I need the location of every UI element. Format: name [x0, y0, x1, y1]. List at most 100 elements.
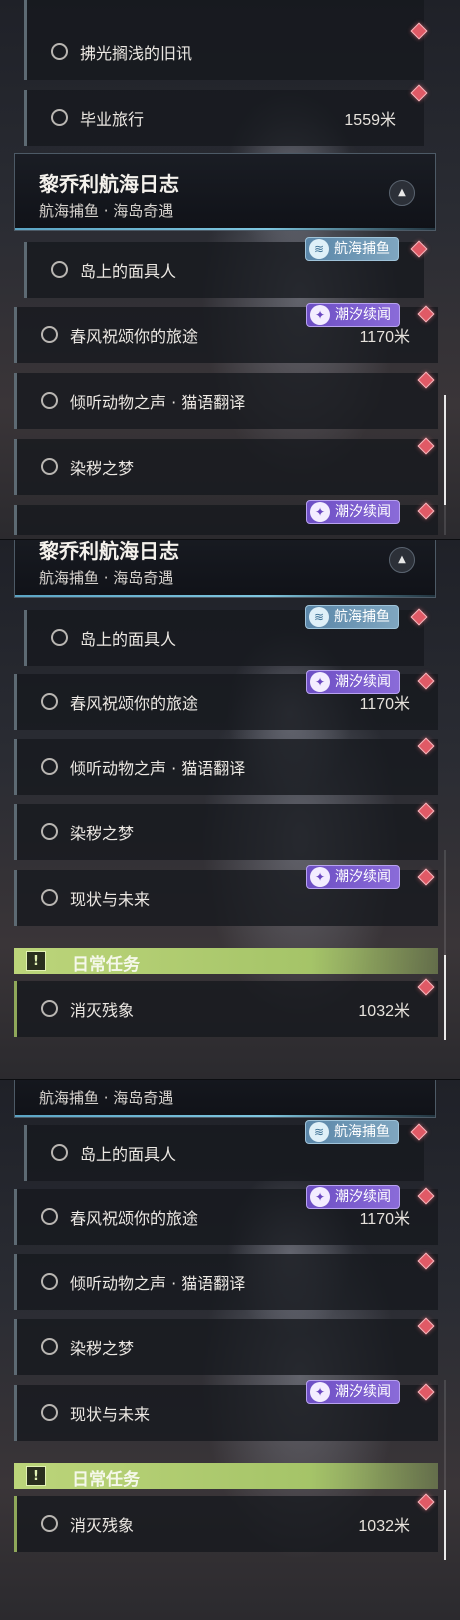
row-accent-bar: [24, 242, 27, 298]
quest-group-subtitle: 航海捕鱼 · 海岛奇遇: [39, 202, 174, 220]
scrollbar-thumb[interactable]: [444, 395, 446, 505]
quest-label: 倾听动物之声 · 猫语翻译: [70, 393, 246, 412]
quest-distance: 1559米: [344, 112, 396, 129]
scrollbar-thumb[interactable]: [444, 955, 446, 1040]
quest-status-icon: [41, 693, 58, 710]
tide-tag: ✦ 潮汐续闻: [306, 1185, 400, 1209]
header-accent-line: [15, 595, 435, 597]
quest-row[interactable]: 倾听动物之声 · 猫语翻译: [14, 373, 438, 429]
row-accent-bar: [14, 870, 17, 926]
tide-icon: ✦: [310, 1187, 330, 1207]
row-accent-bar: [14, 739, 17, 795]
tide-tag: ✦ 潮汐续闻: [306, 500, 400, 524]
tide-icon: ✦: [310, 305, 330, 325]
daily-task-row[interactable]: 消灭残象 1032米: [14, 981, 438, 1037]
quest-group-header[interactable]: 黎乔利航海日志 航海捕鱼 · 海岛奇遇 ▲: [14, 153, 436, 231]
row-accent-bar: [24, 1125, 27, 1181]
tide-tag: ✦ 潮汐续闻: [306, 1380, 400, 1404]
quest-status-icon: [41, 1000, 58, 1017]
quest-label: 现状与未来: [70, 1405, 151, 1424]
quest-row[interactable]: 倾听动物之声 · 猫语翻译: [14, 1254, 438, 1310]
row-accent-bar: [14, 1254, 17, 1310]
quest-row[interactable]: 染秽之梦: [14, 439, 438, 495]
header-accent-line: [15, 1115, 435, 1117]
daily-task-row[interactable]: 消灭残象 1032米: [14, 1496, 438, 1552]
quest-list-panel: 黎乔利航海日志 航海捕鱼 · 海岛奇遇 ▲ 岛上的面具人 ≋ 航海捕鱼 春风祝颂你…: [0, 540, 460, 1080]
chevron-up-icon[interactable]: ▲: [389, 180, 415, 206]
tide-tag: ✦ 潮汐续闻: [306, 303, 400, 327]
tide-icon: ✦: [310, 867, 330, 887]
quest-label: 岛上的面具人: [80, 1145, 177, 1164]
quest-label: 现状与未来: [70, 890, 151, 909]
quest-label: 毕业旅行: [80, 110, 145, 129]
header-accent-line: [15, 228, 435, 230]
quest-row[interactable]: 染秽之梦: [14, 804, 438, 860]
quest-list-panel: 航海捕鱼 · 海岛奇遇 岛上的面具人 ≋ 航海捕鱼 春风祝颂你的旅途 1170米 …: [0, 1080, 460, 1620]
quest-status-icon: [41, 1273, 58, 1290]
quest-label: 消灭残象: [70, 1001, 135, 1020]
quest-distance: 1032米: [358, 1003, 410, 1020]
quest-label: 消灭残象: [70, 1516, 135, 1535]
fishing-icon: ≋: [309, 607, 329, 627]
quest-label: 春风祝颂你的旅途: [70, 694, 199, 713]
quest-label: 春风祝颂你的旅途: [70, 1209, 199, 1228]
quest-label: 倾听动物之声 · 猫语翻译: [70, 1274, 246, 1293]
row-accent-bar: [14, 981, 17, 1037]
quest-row[interactable]: 倾听动物之声 · 猫语翻译: [14, 739, 438, 795]
quest-list-panel: 拂光搁浅的旧讯 毕业旅行 1559米 黎乔利航海日志 航海捕鱼 · 海岛奇遇 ▲…: [0, 0, 460, 540]
quest-label: 岛上的面具人: [80, 630, 177, 649]
tide-icon: ✦: [310, 1382, 330, 1402]
row-accent-bar: [14, 373, 17, 429]
row-accent-bar: [14, 439, 17, 495]
row-accent-bar: [14, 505, 17, 535]
quest-label: 染秽之梦: [70, 1339, 135, 1358]
scrollbar[interactable]: [444, 1380, 446, 1560]
fishing-icon: ≋: [309, 1122, 329, 1142]
quest-status-icon: [51, 629, 68, 646]
row-accent-bar: [14, 804, 17, 860]
quest-status-icon: [41, 1208, 58, 1225]
chevron-up-icon[interactable]: ▲: [389, 547, 415, 573]
quest-status-icon: [41, 889, 58, 906]
row-accent-bar: [14, 1319, 17, 1375]
alert-icon: !: [26, 1466, 46, 1486]
quest-row-prev-1[interactable]: 拂光搁浅的旧讯: [24, 0, 424, 80]
tide-icon: ✦: [310, 672, 330, 692]
quest-status-icon: [41, 392, 58, 409]
quest-row[interactable]: 染秽之梦: [14, 1319, 438, 1375]
quest-status-icon: [41, 823, 58, 840]
quest-group-subtitle: 航海捕鱼 · 海岛奇遇: [39, 569, 174, 587]
quest-label: 倾听动物之声 · 猫语翻译: [70, 759, 246, 778]
quest-group-title: 黎乔利航海日志: [39, 540, 179, 563]
quest-label: 染秽之梦: [70, 824, 135, 843]
quest-label: 岛上的面具人: [80, 262, 177, 281]
scrollbar[interactable]: [444, 850, 446, 1040]
quest-row-prev-2[interactable]: 毕业旅行 1559米: [24, 90, 424, 146]
quest-group-header[interactable]: 黎乔利航海日志 航海捕鱼 · 海岛奇遇 ▲: [14, 540, 436, 598]
quest-group-title: 黎乔利航海日志: [39, 172, 179, 196]
row-accent-bar: [14, 307, 17, 363]
scrollbar-thumb[interactable]: [444, 1490, 446, 1560]
tide-tag: ✦ 潮汐续闻: [306, 670, 400, 694]
daily-tasks-title: 日常任务: [72, 1470, 140, 1490]
quest-status-icon: [41, 758, 58, 775]
quest-group-header[interactable]: 航海捕鱼 · 海岛奇遇: [14, 1080, 436, 1118]
quest-group-subtitle: 航海捕鱼 · 海岛奇遇: [39, 1089, 174, 1107]
quest-label: 春风祝颂你的旅途: [70, 327, 199, 346]
row-accent-bar: [14, 1496, 17, 1552]
fishing-tag: ≋ 航海捕鱼: [305, 1120, 399, 1144]
quest-status-icon: [41, 1515, 58, 1532]
quest-distance: 1032米: [358, 1518, 410, 1535]
daily-tasks-header[interactable]: ! 日常任务: [14, 948, 438, 975]
tide-icon: ✦: [310, 502, 330, 522]
row-accent-bar: [14, 1385, 17, 1441]
quest-status-icon: [51, 43, 68, 60]
scrollbar[interactable]: [444, 395, 446, 535]
quest-status-icon: [41, 326, 58, 343]
row-accent-bar: [24, 0, 27, 80]
daily-tasks-header[interactable]: ! 日常任务: [14, 1463, 438, 1490]
row-accent-bar: [14, 674, 17, 730]
fishing-icon: ≋: [309, 239, 329, 259]
row-accent-bar: [24, 90, 27, 146]
quest-status-icon: [51, 109, 68, 126]
